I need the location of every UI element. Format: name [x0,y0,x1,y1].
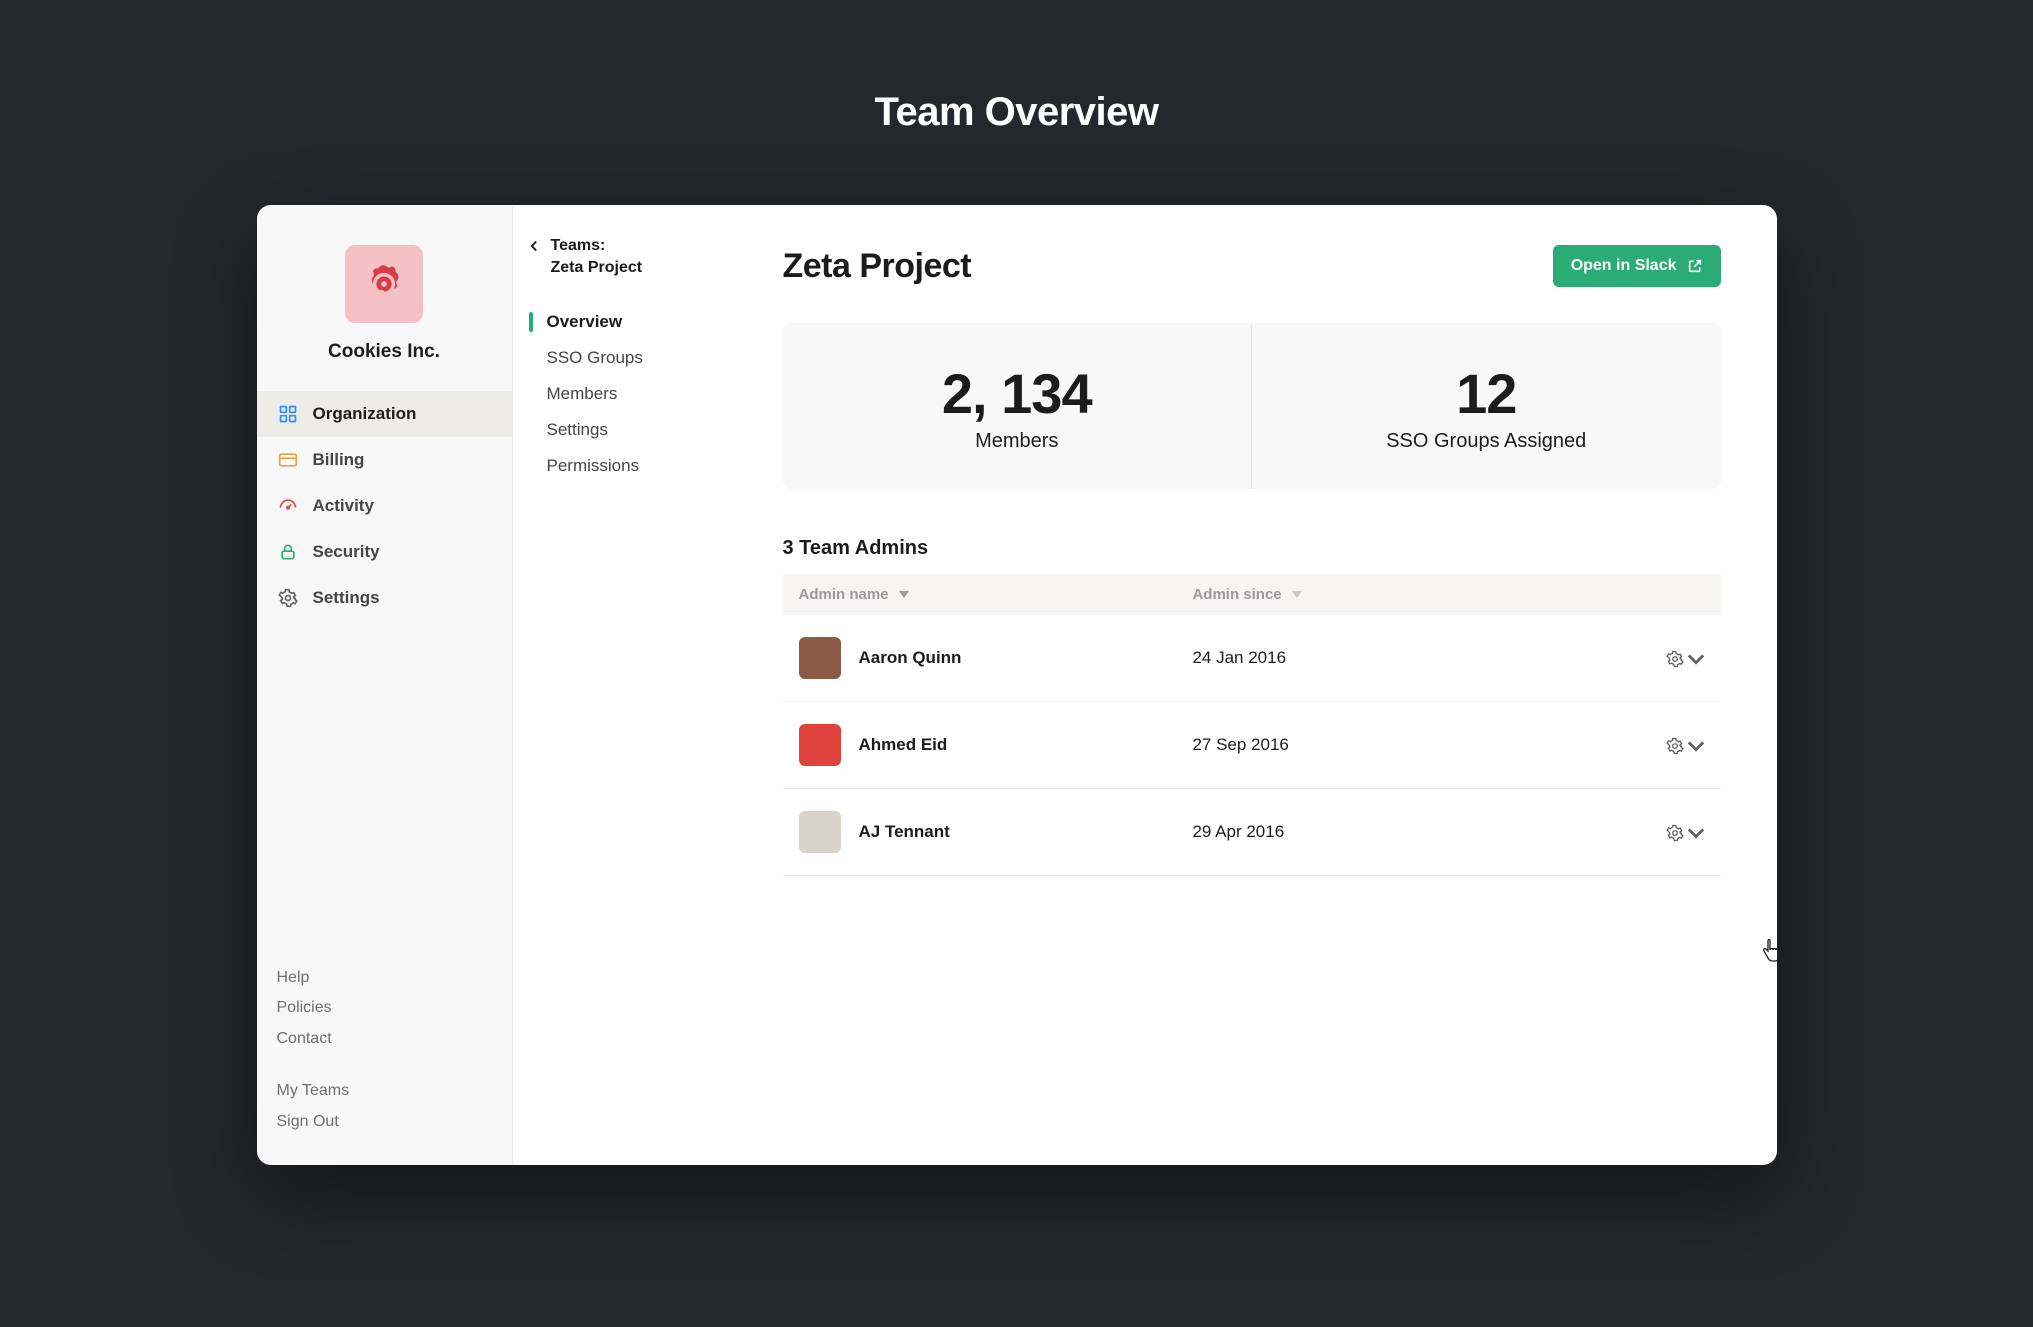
sidebar-item-activity[interactable]: Activity [257,483,512,529]
app-window: Cookies Inc. Organization Billing Activi… [257,205,1777,1165]
row-actions-button[interactable] [1627,615,1721,702]
table-row[interactable]: Aaron Quinn 24 Jan 2016 [783,615,1721,702]
subnav-item-members[interactable]: Members [523,376,743,412]
chevron-down-icon [1687,650,1705,668]
caret-down-icon [899,586,909,603]
sidebar-item-label: Activity [313,496,374,516]
sidebar-item-label: Organization [313,404,417,424]
subnav-item-permissions[interactable]: Permissions [523,448,743,484]
org-block: Cookies Inc. [257,205,512,391]
footer-link-policies[interactable]: Policies [277,993,492,1023]
footer-link-sign-out[interactable]: Sign Out [277,1107,492,1137]
subnav-item-overview[interactable]: Overview [523,304,743,340]
admin-name-cell: AJ Tennant [799,811,1161,853]
row-actions-button[interactable] [1627,702,1721,789]
breadcrumb-back[interactable]: Teams: Zeta Project [523,233,743,304]
page-title: Zeta Project [783,247,972,286]
gauge-icon [277,495,299,517]
stats-panel: 2, 134 Members 12 SSO Groups Assigned [783,323,1721,489]
org-name: Cookies Inc. [257,341,512,363]
admin-name: Aaron Quinn [859,648,962,668]
gear-icon [1666,737,1684,755]
table-row[interactable]: Ahmed Eid 27 Sep 2016 [783,702,1721,789]
grid-icon [277,403,299,425]
stat-members: 2, 134 Members [783,323,1252,489]
main-header: Zeta Project Open in Slack [783,245,1721,287]
open-in-slack-button[interactable]: Open in Slack [1553,245,1721,287]
lock-icon [277,541,299,563]
pointer-cursor-icon [1761,939,1777,968]
avatar [799,724,841,766]
sidebar-item-label: Settings [313,588,380,608]
sidebar-item-billing[interactable]: Billing [257,437,512,483]
stat-value: 12 [1262,361,1711,426]
gear-icon [277,587,299,609]
stat-label: Members [793,430,1242,453]
admin-since-cell: 27 Sep 2016 [1176,702,1626,789]
caret-down-icon [1292,586,1302,603]
sidebar-item-label: Security [313,542,380,562]
stat-sso-groups: 12 SSO Groups Assigned [1251,323,1721,489]
sidebar: Cookies Inc. Organization Billing Activi… [257,205,513,1165]
chevron-down-icon [1687,737,1705,755]
admins-section-title: 3 Team Admins [783,537,1721,560]
sidebar-item-settings[interactable]: Settings [257,575,512,621]
subnav-item-settings[interactable]: Settings [523,412,743,448]
admin-since-cell: 29 Apr 2016 [1176,789,1626,876]
main-content: Zeta Project Open in Slack 2, 134 Member… [753,205,1777,1165]
avatar [799,637,841,679]
admin-name: Ahmed Eid [859,735,948,755]
table-row[interactable]: AJ Tennant 29 Apr 2016 [783,789,1721,876]
admins-table: Admin name Admin since Aaron Quinn 24 Jan… [783,574,1721,876]
page-heading: Team Overview [874,90,1158,135]
stat-value: 2, 134 [793,361,1242,426]
footer-link-help[interactable]: Help [277,963,492,993]
chevron-down-icon [1687,824,1705,842]
sidebar-item-security[interactable]: Security [257,529,512,575]
footer-link-my-teams[interactable]: My Teams [277,1076,492,1106]
external-link-icon [1687,258,1703,274]
footer-link-contact[interactable]: Contact [277,1024,492,1054]
chevron-left-icon [525,237,543,255]
breadcrumb-text: Teams: Zeta Project [551,235,643,278]
row-actions-button[interactable] [1627,789,1721,876]
subnav-item-sso-groups[interactable]: SSO Groups [523,340,743,376]
org-logo [345,245,423,323]
avatar [799,811,841,853]
subnav: Overview SSO Groups Members Settings Per… [523,304,743,484]
admin-name-cell: Aaron Quinn [799,637,1161,679]
credit-card-icon [277,449,299,471]
admin-since-cell: 24 Jan 2016 [1176,615,1626,702]
sidebar-item-organization[interactable]: Organization [257,391,512,437]
admin-name: AJ Tennant [859,822,950,842]
button-label: Open in Slack [1571,257,1677,275]
column-header-admin-name[interactable]: Admin name [783,574,1177,615]
subnav-column: Teams: Zeta Project Overview SSO Groups … [513,205,753,1165]
stat-label: SSO Groups Assigned [1262,430,1711,453]
column-header-admin-since[interactable]: Admin since [1176,574,1626,615]
sidebar-item-label: Billing [313,450,365,470]
gear-icon [1666,650,1684,668]
sidebar-footer: Help Policies Contact My Teams Sign Out [257,963,512,1165]
gear-icon [1666,824,1684,842]
admin-name-cell: Ahmed Eid [799,724,1161,766]
sidebar-nav: Organization Billing Activity Security [257,391,512,621]
